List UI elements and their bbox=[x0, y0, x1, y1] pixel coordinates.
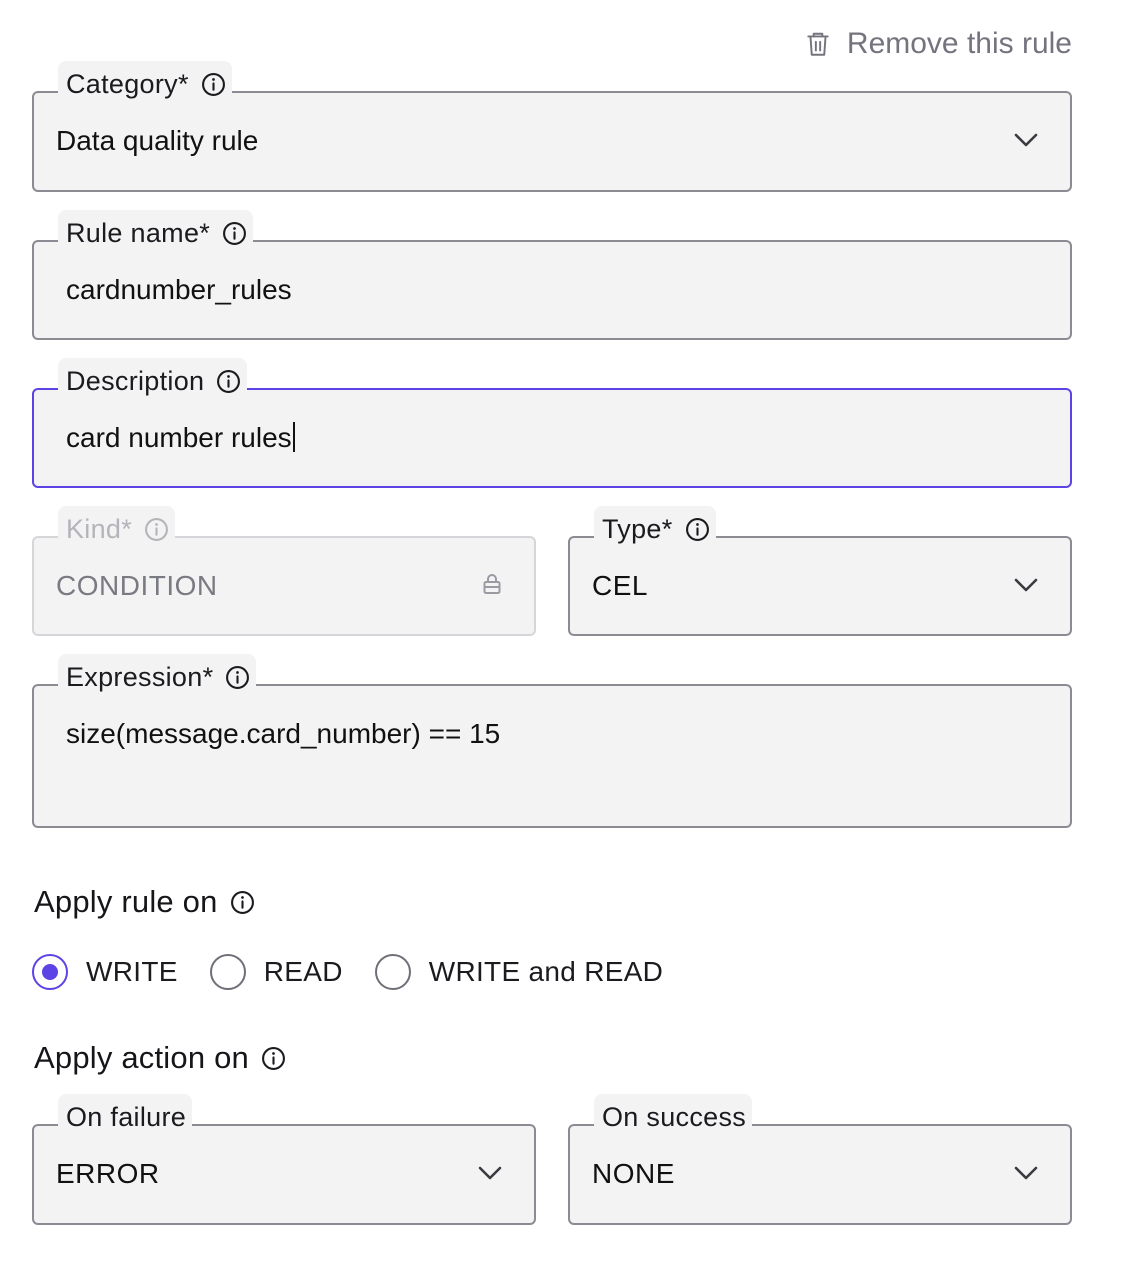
rule-name-value: cardnumber_rules bbox=[66, 274, 292, 305]
type-value: CEL bbox=[592, 570, 648, 601]
type-select[interactable]: Type* CEL bbox=[568, 506, 1072, 636]
description-value: card number rules bbox=[66, 422, 292, 453]
description-label-text: Description bbox=[66, 365, 205, 396]
info-icon[interactable] bbox=[144, 517, 169, 542]
category-value: Data quality rule bbox=[56, 125, 259, 156]
rule-name-label-text: Rule name* bbox=[66, 217, 211, 248]
description-value-wrap: card number rules bbox=[66, 422, 295, 454]
expression-field[interactable]: Expression* size(message.card_number) ==… bbox=[32, 654, 1072, 828]
info-icon[interactable] bbox=[685, 517, 710, 542]
info-icon[interactable] bbox=[216, 369, 241, 394]
description-field[interactable]: Description card number rules bbox=[32, 358, 1072, 488]
expression-value: size(message.card_number) == 15 bbox=[66, 718, 501, 749]
radio-label-write: WRITE bbox=[86, 956, 178, 987]
remove-rule-label: Remove this rule bbox=[846, 27, 1072, 60]
category-label-text: Category* bbox=[66, 68, 189, 99]
on-failure-value: ERROR bbox=[56, 1158, 160, 1189]
radio-option-write[interactable]: WRITE bbox=[32, 954, 178, 990]
on-success-select[interactable]: On success NONE bbox=[568, 1094, 1072, 1225]
radio-button-write-and-read[interactable] bbox=[374, 954, 411, 990]
kind-label: Kind* bbox=[58, 506, 176, 552]
apply-action-on-title: Apply action on bbox=[34, 1040, 249, 1075]
category-label: Category* bbox=[58, 61, 232, 107]
rule-name-label: Rule name* bbox=[58, 210, 254, 256]
apply-rule-on-radio-group: WRITE READ WRITE and READ bbox=[32, 954, 695, 990]
chevron-down-icon bbox=[1014, 578, 1038, 592]
on-success-label-text: On success bbox=[602, 1101, 747, 1132]
rule-name-field[interactable]: Rule name* cardnumber_rules bbox=[32, 210, 1072, 340]
info-icon[interactable] bbox=[225, 665, 250, 690]
kind-field: Kind* CONDITION bbox=[32, 506, 536, 636]
type-label: Type* bbox=[594, 506, 716, 552]
on-failure-select[interactable]: On failure ERROR bbox=[32, 1094, 536, 1225]
apply-rule-on-heading: Apply rule on bbox=[34, 884, 255, 920]
expression-label: Expression* bbox=[58, 654, 257, 700]
info-icon[interactable] bbox=[222, 221, 247, 246]
radio-label-read: READ bbox=[263, 956, 343, 987]
on-failure-label: On failure bbox=[58, 1094, 193, 1140]
radio-button-write[interactable] bbox=[32, 954, 68, 990]
on-failure-label-text: On failure bbox=[66, 1101, 187, 1132]
info-icon[interactable] bbox=[230, 890, 255, 915]
lock-icon bbox=[483, 574, 501, 594]
description-label: Description bbox=[58, 358, 248, 404]
apply-action-on-heading: Apply action on bbox=[34, 1040, 286, 1076]
text-caret bbox=[292, 422, 295, 452]
radio-option-write-and-read[interactable]: WRITE and READ bbox=[374, 954, 664, 990]
category-select[interactable]: Category* Data quality rule bbox=[32, 61, 1072, 192]
radio-button-read[interactable] bbox=[209, 954, 246, 990]
radio-option-read[interactable]: READ bbox=[209, 954, 343, 990]
apply-rule-on-title: Apply rule on bbox=[34, 884, 218, 919]
expression-label-text: Expression* bbox=[66, 661, 214, 692]
info-icon[interactable] bbox=[261, 1046, 286, 1071]
remove-rule-button[interactable]: Remove this rule bbox=[805, 24, 1072, 64]
trash-icon bbox=[807, 32, 829, 56]
chevron-down-icon bbox=[478, 1166, 502, 1180]
chevron-down-icon bbox=[1014, 1166, 1038, 1180]
on-success-label: On success bbox=[594, 1094, 753, 1140]
type-label-text: Type* bbox=[602, 513, 673, 544]
info-icon[interactable] bbox=[201, 72, 226, 97]
kind-label-text: Kind* bbox=[66, 513, 133, 544]
chevron-down-icon bbox=[1014, 133, 1038, 147]
on-success-value: NONE bbox=[592, 1158, 675, 1189]
radio-label-write-and-read: WRITE and READ bbox=[428, 956, 664, 987]
kind-value: CONDITION bbox=[56, 570, 218, 601]
